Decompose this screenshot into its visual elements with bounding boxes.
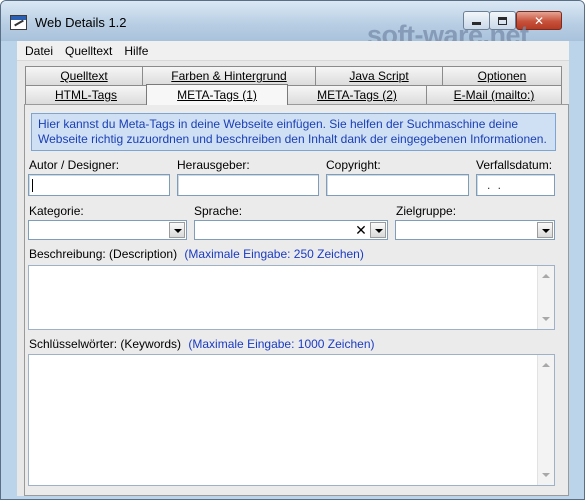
app-window: Web Details 1.2 ✕ soft-ware.net AKTUELLE… [0,0,585,500]
zielgruppe-select[interactable] [395,220,555,240]
window-title: Web Details 1.2 [35,15,127,30]
menu-bar: Datei Quelltext Hilfe [17,41,569,61]
tab-meta-tags-1[interactable]: META-Tags (1) [146,84,288,105]
minimize-button[interactable] [463,11,490,30]
beschreibung-hint: (Maximale Eingabe: 250 Zeichen) [184,247,364,261]
zielgruppe-dropdown-icon[interactable] [537,222,553,238]
menu-quelltext[interactable]: Quelltext [61,44,120,58]
maximize-icon [498,16,507,25]
keywords-textarea[interactable] [28,354,555,486]
verfallsdatum-field[interactable]: . . [476,174,555,196]
meta-tags-panel: Hier kannst du Meta-Tags in deine Websei… [24,104,569,496]
tab-email-mailto[interactable]: E-Mail (mailto:) [426,85,562,104]
kategorie-select[interactable] [28,220,187,240]
copyright-label: Copyright: [326,158,381,172]
sprache-label: Sprache: [194,204,243,218]
kategorie-dropdown-icon[interactable] [169,222,185,238]
tab-meta-tags-2[interactable]: META-Tags (2) [287,85,427,104]
sprache-dropdown-icon[interactable] [370,222,386,238]
tab-quelltext[interactable]: Quelltext [25,66,143,85]
maximize-button[interactable] [489,11,516,30]
keywords-label: Schlüsselwörter: (Keywords) (Maximale Ei… [29,337,375,351]
menu-datei[interactable]: Datei [21,44,61,58]
keywords-hint: (Maximale Eingabe: 1000 Zeichen) [188,337,375,351]
keywords-scrollbar[interactable] [537,355,554,485]
beschreibung-textarea[interactable] [28,265,555,330]
scroll-down-icon[interactable] [542,473,550,477]
menu-hilfe[interactable]: Hilfe [120,44,156,58]
copyright-field[interactable] [326,174,469,196]
beschreibung-scrollbar[interactable] [537,266,554,329]
verfallsdatum-value: . . [487,178,504,192]
zielgruppe-label: Zielgruppe: [396,204,457,218]
autor-field[interactable] [28,174,170,196]
sprache-select[interactable]: ✕ [194,220,388,240]
clear-icon[interactable]: ✕ [353,222,369,238]
beschreibung-label-text: Beschreibung: (Description) [29,247,178,261]
beschreibung-label: Beschreibung: (Description) (Maximale Ei… [29,247,364,261]
tab-farben-hintergrund[interactable]: Farben & Hintergrund [142,66,316,85]
scroll-up-icon[interactable] [542,363,550,367]
title-bar[interactable]: Web Details 1.2 ✕ [1,1,584,41]
scroll-up-icon[interactable] [542,274,550,278]
tab-java-script[interactable]: Java Script [315,66,443,85]
verfallsdatum-label: Verfallsdatum: [476,158,553,172]
tab-optionen[interactable]: Optionen [442,66,562,85]
kategorie-label: Kategorie: [29,204,84,218]
herausgeber-field[interactable] [177,174,319,196]
tab-html-tags[interactable]: HTML-Tags [25,85,147,104]
info-box: Hier kannst du Meta-Tags in deine Websei… [31,113,556,151]
herausgeber-label: Herausgeber: [177,158,250,172]
tab-row-2: HTML-Tags META-Tags (1) META-Tags (2) E-… [17,84,569,105]
minimize-icon [472,22,481,25]
scroll-down-icon[interactable] [542,317,550,321]
app-icon [10,15,27,30]
close-icon: ✕ [533,13,545,28]
text-caret [32,179,33,192]
autor-label: Autor / Designer: [29,158,120,172]
keywords-label-text: Schlüsselwörter: (Keywords) [29,337,182,351]
close-button[interactable]: ✕ [516,11,562,30]
tab-row-1: Quelltext Farben & Hintergrund Java Scri… [17,66,569,85]
